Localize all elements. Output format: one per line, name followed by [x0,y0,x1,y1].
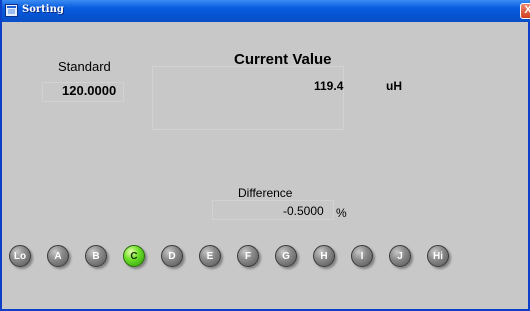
close-icon: X [524,4,530,16]
bin-label: B [92,250,100,262]
bin-label: Lo [13,250,27,262]
value-frame [152,66,344,130]
current-value-title: Current Value [234,51,332,68]
bin-label: F [244,250,252,262]
bin-label: J [397,250,403,262]
window-title: Sorting [22,4,64,15]
content-area: Standard 120.0000 Current Value 119.4 uH… [2,22,528,309]
bin-a[interactable]: A [47,245,69,267]
bin-hi[interactable]: Hi [427,245,449,267]
bin-d[interactable]: D [161,245,183,267]
sorting-window: Sorting X Standard 120.0000 Current Valu… [0,0,530,311]
bin-indicators: Lo A B C D E F G H I J Hi [9,245,527,269]
difference-value: -0.5000 [283,204,324,218]
bin-lo[interactable]: Lo [9,245,31,267]
standard-label: Standard [58,59,111,74]
bin-h[interactable]: H [313,245,335,267]
standard-value: 120.0000 [62,83,117,98]
bin-c[interactable]: C [123,245,145,267]
current-value: 119.4 [314,79,344,93]
title-bar[interactable]: Sorting X [2,0,530,22]
difference-label: Difference [238,186,293,200]
bin-label: Hi [433,250,443,262]
close-button[interactable]: X [520,3,530,19]
bin-label: I [360,250,364,262]
bin-j[interactable]: J [389,245,411,267]
bin-e[interactable]: E [199,245,221,267]
current-unit: uH [386,79,402,93]
difference-unit: % [336,206,347,220]
bin-label: A [54,250,62,262]
bin-i[interactable]: I [351,245,373,267]
bin-label: G [282,250,290,262]
bin-label: C [130,250,138,262]
bin-b[interactable]: B [85,245,107,267]
app-icon [5,4,18,17]
bin-label: H [320,250,328,262]
bin-label: D [168,250,176,262]
bin-f[interactable]: F [237,245,259,267]
bin-g[interactable]: G [275,245,297,267]
bin-label: E [206,250,214,262]
